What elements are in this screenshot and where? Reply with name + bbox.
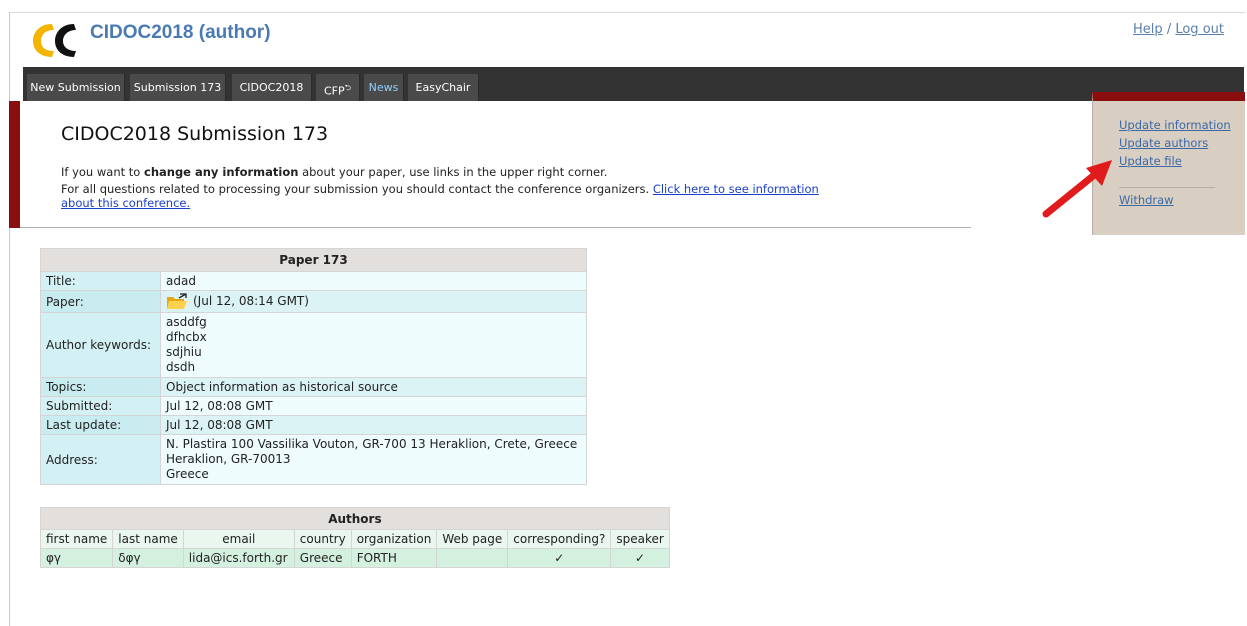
page-title: CIDOC2018 Submission 173 <box>61 123 329 145</box>
info-2-pre: For all questions related to processing … <box>61 182 653 196</box>
keyword: dfhcbx <box>166 330 207 344</box>
panel-divider <box>1119 187 1215 188</box>
author-first-name: φγ <box>39 548 114 568</box>
table-row: φγ δφγ lida@ics.forth.gr Greece FORTH ✓ … <box>39 548 670 568</box>
logout-link[interactable]: Log out <box>1175 22 1224 37</box>
info-line-2: For all questions related to processing … <box>61 182 861 210</box>
table-row: Author keywords: asddfg dfhcbx sdjhiu ds… <box>40 312 587 378</box>
paper-value: (Jul 12, 08:14 GMT) <box>160 290 587 313</box>
link-separator: / <box>1166 22 1172 37</box>
app-title: CIDOC2018 (author) <box>90 22 271 43</box>
keyword: sdjhiu <box>166 345 202 359</box>
table-row: Last update: Jul 12, 08:08 GMT <box>40 415 587 435</box>
author-web-page <box>436 548 509 568</box>
nav-bar: New Submission Submission 173 CIDOC2018 … <box>23 67 1244 101</box>
address-value: N. Plastira 100 Vassilika Vouton, GR-700… <box>160 434 587 485</box>
update-authors-link[interactable]: Update authors <box>1119 136 1208 150</box>
column-header: last name <box>112 529 184 549</box>
title-label: Title: <box>40 271 161 291</box>
address-line: Heraklion, GR-70013 <box>166 452 291 466</box>
last-update-value: Jul 12, 08:08 GMT <box>160 415 587 435</box>
column-header: country <box>293 529 352 549</box>
update-information-link[interactable]: Update information <box>1119 118 1231 132</box>
speaker-check: ✓ <box>610 548 670 568</box>
paper-date: (Jul 12, 08:14 GMT) <box>193 294 309 308</box>
tab-cfp-label: CFP <box>323 84 345 98</box>
info-1-post: about your paper, use links in the upper… <box>298 165 608 179</box>
submitted-label: Submitted: <box>40 396 161 416</box>
table-row: Address: N. Plastira 100 Vassilika Vouto… <box>40 434 587 485</box>
topics-value: Object information as historical source <box>160 377 587 397</box>
submitted-value: Jul 12, 08:08 GMT <box>160 396 587 416</box>
column-header: speaker <box>610 529 670 549</box>
keywords-value: asddfg dfhcbx sdjhiu dsdh <box>160 312 587 378</box>
keyword: dsdh <box>166 360 196 374</box>
external-icon: ⮌ <box>344 83 352 92</box>
tab-cfp[interactable]: CFP⮌ <box>316 74 360 101</box>
authors-table: Authors first name last name email count… <box>39 507 670 568</box>
table-header-row: first name last name email country organ… <box>39 529 670 549</box>
update-file-link[interactable]: Update file <box>1119 154 1182 168</box>
withdraw-link[interactable]: Withdraw <box>1119 193 1174 207</box>
column-header: email <box>182 529 295 549</box>
info-1-pre: If you want to <box>61 165 144 179</box>
paper-caption: Paper 173 <box>40 248 587 272</box>
paper-label: Paper: <box>40 290 161 313</box>
address-line: N. Plastira 100 Vassilika Vouton, GR-700… <box>166 437 578 451</box>
keywords-label: Author keywords: <box>40 312 161 378</box>
table-row: Submitted: Jul 12, 08:08 GMT <box>40 396 587 416</box>
tab-easychair[interactable]: EasyChair <box>408 74 479 101</box>
conference-info-link-1: Click here to see information <box>652 182 819 196</box>
conference-info-link-2: about this conference. <box>61 196 191 210</box>
content-divider <box>20 227 971 228</box>
info-line-1: If you want to change any information ab… <box>61 165 607 179</box>
authors-caption: Authors <box>40 507 670 530</box>
table-row: Title: adad <box>40 271 587 291</box>
column-header: Web page <box>436 529 509 549</box>
table-row: Topics: Object information as historical… <box>40 377 587 397</box>
author-last-name: δφγ <box>112 548 184 568</box>
corresponding-check: ✓ <box>507 548 612 568</box>
red-arrow <box>1042 160 1112 218</box>
top-links: Help / Log out <box>1133 22 1224 37</box>
tab-submission-173[interactable]: Submission 173 <box>130 74 226 101</box>
folder-icon[interactable] <box>166 293 188 310</box>
tab-cidoc2018[interactable]: CIDOC2018 <box>232 74 312 101</box>
author-country: Greece <box>293 548 352 568</box>
info-1-bold: change any information <box>144 165 299 179</box>
address-label: Address: <box>40 434 161 485</box>
easychair-logo[interactable] <box>30 20 78 60</box>
tab-news[interactable]: News <box>364 74 404 101</box>
title-value: adad <box>160 271 587 291</box>
help-link[interactable]: Help <box>1133 22 1163 37</box>
topics-label: Topics: <box>40 377 161 397</box>
left-accent-bar <box>9 101 20 228</box>
column-header: organization <box>350 529 438 549</box>
keyword: asddfg <box>166 315 207 329</box>
author-email: lida@ics.forth.gr <box>182 548 295 568</box>
author-organization: FORTH <box>350 548 438 568</box>
paper-table: Paper 173 Title: adad Paper: (Jul 12, 08… <box>40 248 587 485</box>
column-header: corresponding? <box>507 529 612 549</box>
address-line: Greece <box>166 467 209 481</box>
tab-new-submission[interactable]: New Submission <box>27 74 125 101</box>
table-row: Paper: (Jul 12, 08:14 GMT) <box>40 290 587 313</box>
column-header: first name <box>39 529 114 549</box>
last-update-label: Last update: <box>40 415 161 435</box>
